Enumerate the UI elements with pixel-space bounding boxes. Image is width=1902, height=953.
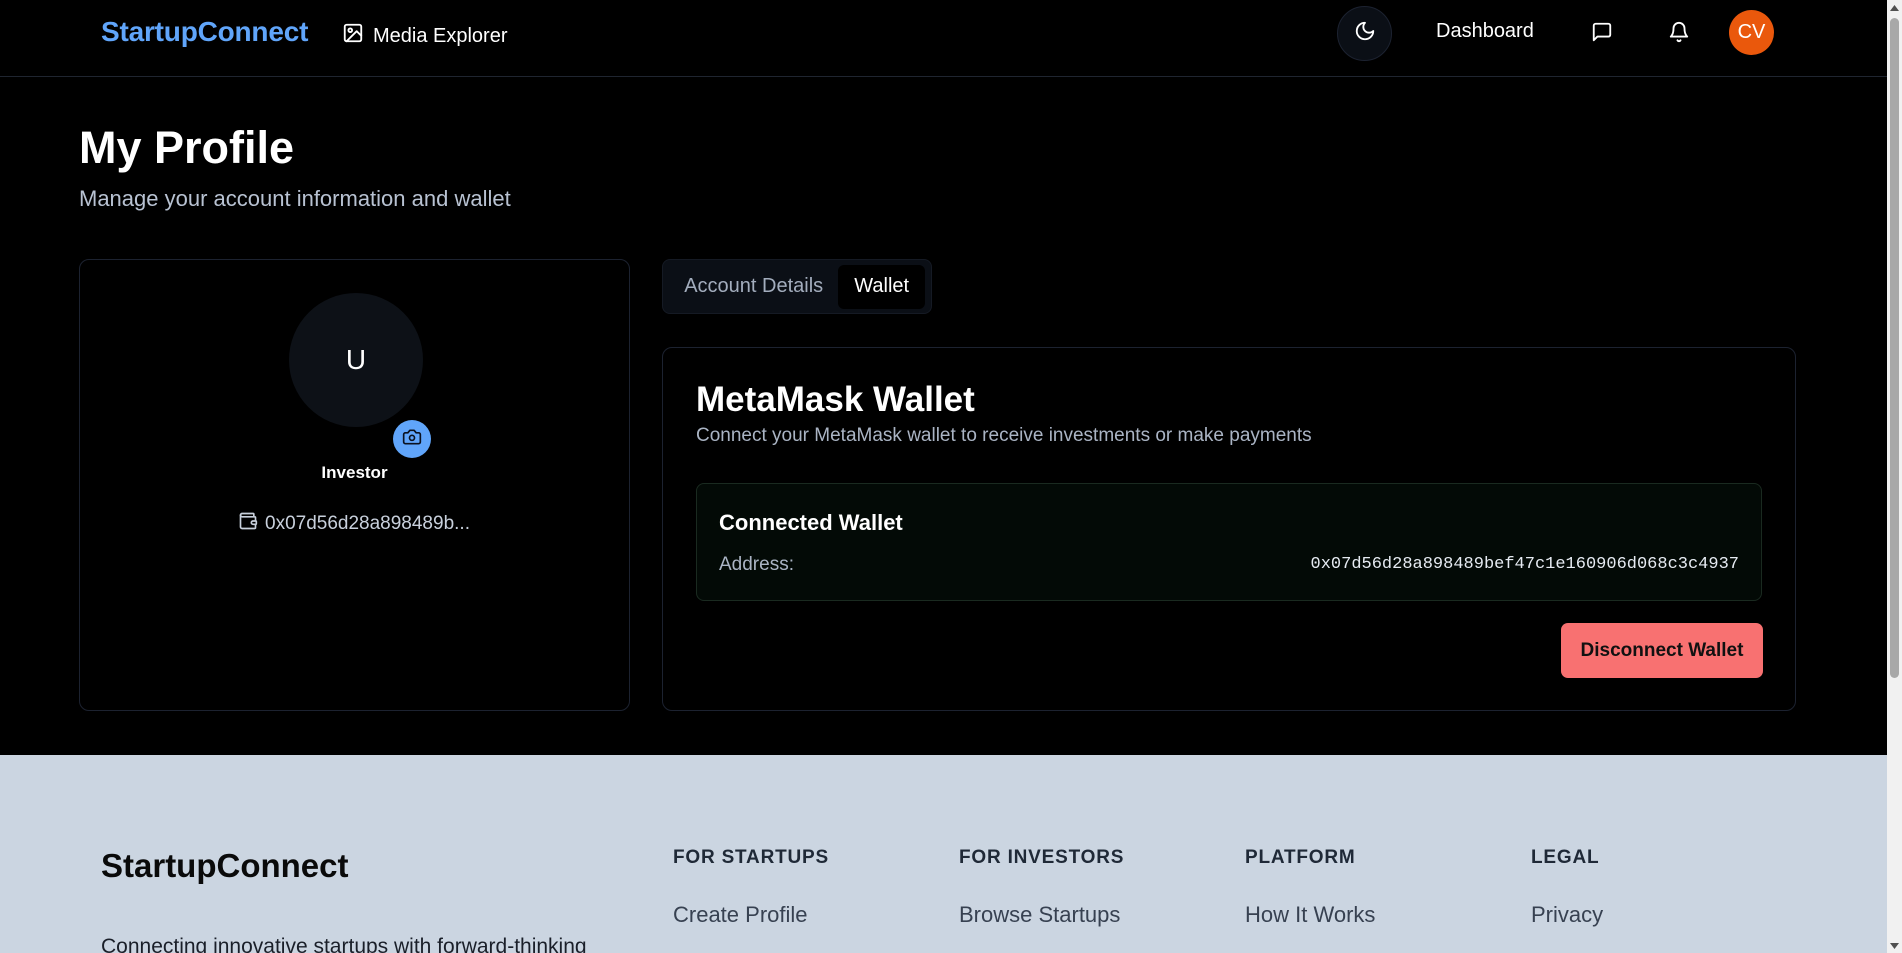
tab-account-details[interactable]: Account Details xyxy=(669,265,838,309)
role-label: Investor xyxy=(321,463,388,482)
footer-link-create-profile[interactable]: Create Profile xyxy=(673,902,829,928)
connected-wallet-title: Connected Wallet xyxy=(719,510,903,535)
page-scrollbar[interactable] xyxy=(1887,0,1902,953)
scroll-up-arrow-icon[interactable] xyxy=(1887,0,1902,15)
theme-toggle-button[interactable] xyxy=(1337,6,1392,61)
brand-logo[interactable]: StartupConnect xyxy=(101,16,308,48)
change-photo-button[interactable] xyxy=(393,420,431,458)
tab-wallet[interactable]: Wallet xyxy=(838,264,925,309)
connected-wallet-box: Connected Wallet Address: 0x07d56d28a898… xyxy=(696,483,1762,601)
messages-button[interactable] xyxy=(1588,20,1616,48)
wallet-icon xyxy=(238,511,258,537)
media-explorer-link[interactable]: Media Explorer xyxy=(342,22,508,50)
wallet-address-short: 0x07d56d28a898489b... xyxy=(238,511,470,537)
top-navbar: StartupConnect Media Explorer Dashboard … xyxy=(0,0,1887,77)
footer-heading: FOR INVESTORS xyxy=(959,847,1125,868)
wallet-title: MetaMask Wallet xyxy=(696,380,975,419)
footer-column-startups: FOR STARTUPS Create Profile xyxy=(673,847,829,928)
bell-icon xyxy=(1668,21,1690,48)
profile-avatar: U xyxy=(289,293,423,427)
image-icon xyxy=(342,22,364,50)
footer-link-privacy[interactable]: Privacy xyxy=(1531,902,1603,928)
footer-heading: FOR STARTUPS xyxy=(673,847,829,868)
profile-tabs: Account Details Wallet xyxy=(662,259,932,314)
profile-card: U Investor 0x07d56d28a898489b... xyxy=(79,259,630,711)
footer-column-investors: FOR INVESTORS Browse Startups xyxy=(959,847,1124,928)
footer-link-how-it-works[interactable]: How It Works xyxy=(1245,902,1375,928)
user-avatar[interactable]: CV xyxy=(1729,10,1774,55)
notifications-button[interactable] xyxy=(1665,20,1693,48)
footer: StartupConnect Connecting innovative sta… xyxy=(0,755,1887,953)
moon-icon xyxy=(1354,20,1376,47)
footer-heading: LEGAL xyxy=(1531,847,1600,868)
wallet-address-text: 0x07d56d28a898489b... xyxy=(265,513,470,534)
wallet-card: MetaMask Wallet Connect your MetaMask wa… xyxy=(662,347,1796,711)
footer-tagline: Connecting innovative startups with forw… xyxy=(101,935,587,953)
dashboard-link[interactable]: Dashboard xyxy=(1436,20,1534,43)
camera-icon xyxy=(402,427,422,452)
media-explorer-label: Media Explorer xyxy=(373,24,508,47)
scrollbar-thumb[interactable] xyxy=(1890,18,1899,678)
page-title: My Profile xyxy=(79,122,295,173)
footer-brand: StartupConnect xyxy=(101,847,349,884)
wallet-address-full: 0x07d56d28a898489bef47c1e160906d068c3c49… xyxy=(1310,555,1739,574)
footer-link-browse-startups[interactable]: Browse Startups xyxy=(959,902,1124,928)
footer-heading: PLATFORM xyxy=(1245,847,1356,868)
page-subtitle: Manage your account information and wall… xyxy=(79,186,511,211)
disconnect-wallet-button[interactable]: Disconnect Wallet xyxy=(1561,623,1763,678)
message-icon xyxy=(1591,21,1613,48)
wallet-description: Connect your MetaMask wallet to receive … xyxy=(696,425,1312,446)
address-label: Address: xyxy=(719,554,794,575)
scroll-down-arrow-icon[interactable] xyxy=(1887,938,1902,953)
footer-column-legal: LEGAL Privacy xyxy=(1531,847,1603,928)
footer-column-platform: PLATFORM How It Works xyxy=(1245,847,1375,928)
